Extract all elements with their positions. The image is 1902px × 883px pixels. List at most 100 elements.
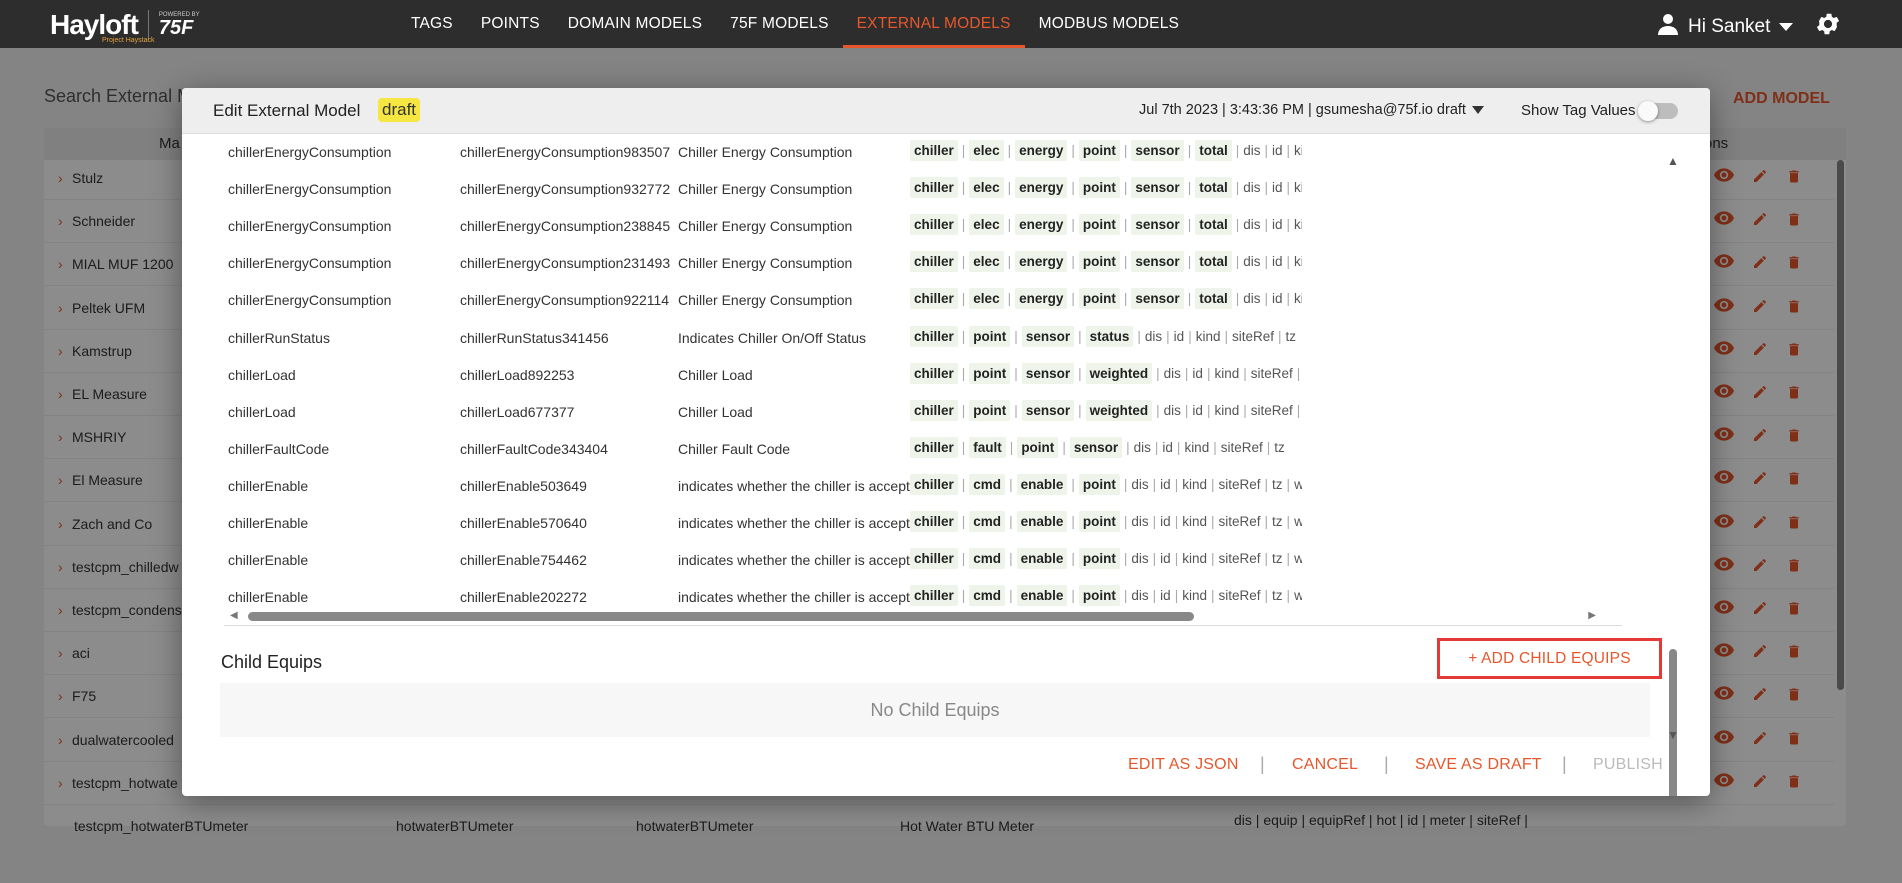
point-name: chillerEnergyConsumption xyxy=(228,292,392,309)
marker-tag: enable xyxy=(1016,473,1068,495)
point-description: indicates whether the chiller is accepti… xyxy=(678,589,925,606)
publish-button[interactable]: PUBLISH xyxy=(1593,756,1663,774)
point-id: chillerEnergyConsumption922114 xyxy=(460,292,670,309)
value-tag: kind xyxy=(1294,143,1302,158)
nav-points[interactable]: POINTS xyxy=(467,0,554,48)
point-row: chillerEnergyConsumption chillerEnergyCon… xyxy=(222,208,1572,245)
value-tag: writable xyxy=(1294,476,1302,492)
tag-separator: | xyxy=(1154,439,1159,455)
tag-separator: | xyxy=(1187,217,1192,233)
tag-separator: | xyxy=(1286,291,1291,307)
value-tag: tz xyxy=(1274,439,1285,455)
child-equips-empty-state: No Child Equips xyxy=(220,683,1650,737)
version-selector[interactable]: Jul 7th 2023 | 3:43:36 PM | gsumesha@75f… xyxy=(1139,102,1466,118)
value-tag: id xyxy=(1160,476,1171,492)
tag-separator: | xyxy=(1123,514,1128,529)
tag-separator: | xyxy=(1137,328,1141,344)
hayloft-logo[interactable]: Hayloft Project Haystack POWERED BY 75F xyxy=(50,6,240,44)
tag-separator: | xyxy=(1184,365,1189,381)
tag-separator: | xyxy=(1078,328,1082,344)
horizontal-scroll-thumb[interactable] xyxy=(248,612,1194,621)
tag-separator: | xyxy=(1126,439,1130,455)
nav-modbus-models[interactable]: MODBUS MODELS xyxy=(1025,0,1193,48)
value-tag: dis xyxy=(1133,439,1151,455)
caret-down-icon[interactable] xyxy=(1472,105,1484,117)
tag-separator: | xyxy=(1071,217,1075,233)
tag-separator: | xyxy=(1123,143,1128,158)
dialog-title: Edit External Model xyxy=(213,101,361,120)
tag-separator: | xyxy=(1243,402,1247,418)
tag-separator: | xyxy=(1123,588,1128,604)
tag-separator: | xyxy=(1296,365,1301,381)
nav-tags[interactable]: TAGS xyxy=(397,0,467,48)
point-description: Chiller Energy Consumption xyxy=(678,292,853,309)
marker-tag: total xyxy=(1195,288,1232,310)
tag-separator: | xyxy=(1264,217,1268,233)
value-tag: dis xyxy=(1243,254,1261,270)
dialog-footer: EDIT AS JSON | CANCEL | SAVE AS DRAFT | … xyxy=(182,748,1710,796)
horizontal-scrollbar[interactable]: ◀ ▶ xyxy=(224,606,1622,626)
tag-separator: | xyxy=(1174,588,1179,604)
point-name: chillerEnergyConsumption xyxy=(228,218,392,235)
scroll-right-icon[interactable]: ▶ xyxy=(1588,610,1596,621)
tag-separator: | xyxy=(1264,291,1268,307)
tag-separator: | xyxy=(1206,365,1211,381)
point-id: chillerEnable570640 xyxy=(460,515,587,531)
value-tag: tz xyxy=(1272,551,1283,567)
nav-external-models[interactable]: EXTERNAL MODELS xyxy=(842,0,1025,48)
point-tags: chiller | cmd | enable | point | dis | id | kind | sit… xyxy=(910,548,1302,570)
add-child-equips-button[interactable]: + ADD CHILD EQUIPS xyxy=(1437,638,1662,679)
tag-separator: | xyxy=(1264,476,1269,492)
point-row: chillerEnergyConsumption chillerEnergyCon… xyxy=(222,282,1572,319)
show-tag-values-toggle[interactable] xyxy=(1638,101,1678,121)
point-row: chillerEnable chillerEnable503649 indicate… xyxy=(222,468,1572,505)
marker-tag: energy xyxy=(1015,214,1068,236)
marker-tag: point xyxy=(969,362,1011,384)
tag-separator: | xyxy=(1123,476,1128,492)
tag-separator: | xyxy=(1152,476,1157,492)
vertical-scrollbar[interactable]: ▲ ▼ xyxy=(1662,134,1684,796)
tag-separator: | xyxy=(1078,365,1082,381)
marker-tag: chiller xyxy=(910,585,958,607)
tag-separator: | xyxy=(1071,476,1075,492)
edit-as-json-button[interactable]: EDIT AS JSON xyxy=(1128,756,1239,774)
point-tags: chiller | cmd | enable | point | dis | id | kind | sit… xyxy=(910,473,1302,495)
tag-separator: | xyxy=(1264,180,1268,196)
value-tag: writable xyxy=(1294,588,1302,604)
tag-separator: | xyxy=(1206,402,1211,418)
value-tag: id xyxy=(1272,217,1283,233)
logo-text: Hayloft xyxy=(50,9,139,40)
gear-icon[interactable] xyxy=(1814,10,1842,43)
scroll-up-icon[interactable]: ▲ xyxy=(1667,154,1679,168)
tag-separator: | xyxy=(1210,551,1215,567)
marker-tag: enable xyxy=(1016,585,1068,607)
point-id: chillerLoad677377 xyxy=(460,403,575,420)
tag-separator: | xyxy=(1123,551,1128,567)
value-tag: siteRef xyxy=(1218,514,1261,529)
tag-separator: | xyxy=(961,143,966,158)
nav-75f-models[interactable]: 75F MODELS xyxy=(716,0,842,48)
save-as-draft-button[interactable]: SAVE AS DRAFT xyxy=(1415,756,1542,774)
tag-separator: | xyxy=(961,439,966,455)
marker-tag: chiller xyxy=(910,325,958,347)
point-tags: chiller | point | sensor | weighted | dis | id | kin… xyxy=(910,362,1302,384)
value-tag: kind xyxy=(1214,402,1240,418)
scroll-left-icon[interactable]: ◀ xyxy=(230,610,238,621)
tag-separator: | xyxy=(961,180,966,196)
nav-domain-models[interactable]: DOMAIN MODELS xyxy=(554,0,716,48)
main-nav: TAGS POINTS DOMAIN MODELS 75F MODELS EXT… xyxy=(397,0,1193,48)
scroll-down-icon[interactable]: ▼ xyxy=(1667,728,1679,742)
tag-separator: | xyxy=(1009,551,1013,567)
tag-separator: | xyxy=(1286,143,1291,158)
user-icon xyxy=(1656,12,1680,42)
user-menu[interactable]: Hi Sanket xyxy=(1656,12,1794,42)
value-tag: siteRef xyxy=(1250,402,1293,418)
point-tags: chiller | elec | energy | point | sensor | total | d… xyxy=(910,214,1302,236)
tag-separator: | xyxy=(1264,551,1269,567)
tag-separator: | xyxy=(1071,551,1075,567)
cancel-button[interactable]: CANCEL xyxy=(1292,756,1358,774)
tag-separator: | xyxy=(1071,291,1075,307)
dialog-header: Edit External Model draft Jul 7th 2023 |… xyxy=(182,88,1710,134)
tag-separator: | xyxy=(1152,551,1157,567)
marker-tag: chiller xyxy=(910,548,958,570)
